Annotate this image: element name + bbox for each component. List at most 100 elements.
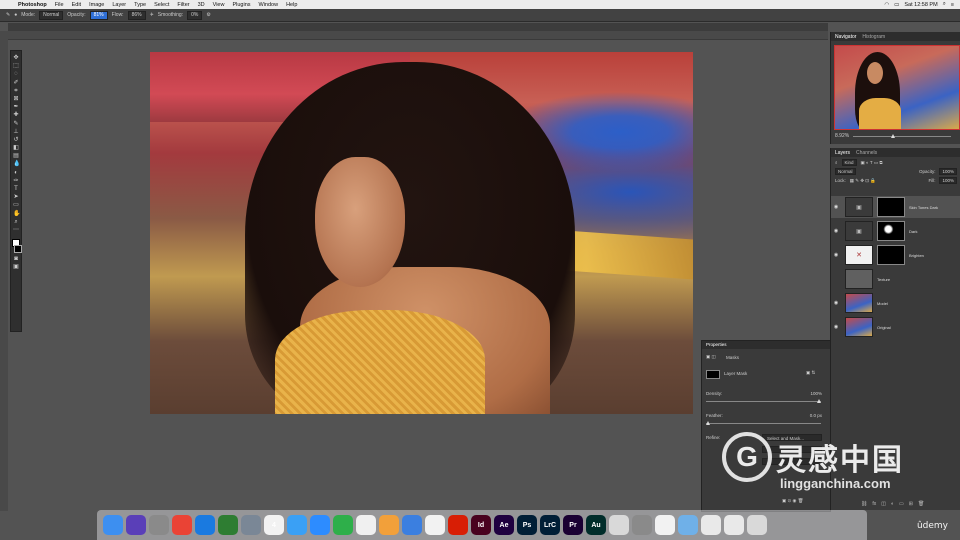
menu-select[interactable]: Select	[150, 2, 173, 8]
wifi-icon[interactable]: ◠	[884, 2, 889, 8]
dock-acrobat-icon[interactable]	[448, 515, 468, 535]
dock-indesign-icon[interactable]: Id	[471, 515, 491, 535]
density-slider[interactable]	[706, 399, 821, 403]
hand-tool-icon[interactable]: ✋	[13, 211, 20, 217]
menu-plugins[interactable]: Plugins	[228, 2, 254, 8]
dock-screenshot-icon[interactable]	[701, 515, 721, 535]
dock-pages-icon[interactable]	[379, 515, 399, 535]
dock-photoshop-icon[interactable]: Ps	[517, 515, 537, 535]
frame-tool-icon[interactable]: ⊠	[13, 96, 19, 102]
spotlight-icon[interactable]: ⌕	[943, 1, 946, 8]
density-value[interactable]: 100%	[810, 391, 822, 396]
layer-mask-thumb[interactable]	[877, 221, 905, 241]
control-center-icon[interactable]: ≡	[951, 2, 954, 8]
menubar-clock[interactable]: Sat 12:58 PM	[904, 2, 937, 8]
brush-tool-icon[interactable]: ✎	[6, 12, 10, 18]
brush-preset-icon[interactable]: ●	[14, 12, 17, 18]
fill-field[interactable]: 100%	[939, 177, 957, 184]
layer-name[interactable]: Original	[877, 325, 891, 330]
layer-mask-thumb[interactable]	[877, 197, 905, 217]
visibility-eye-icon[interactable]: ◉	[831, 228, 841, 234]
menu-help[interactable]: Help	[282, 2, 301, 8]
dock-calendar-icon[interactable]: 4	[264, 515, 284, 535]
shape-tool-icon[interactable]: ▭	[13, 202, 19, 208]
dock-messages-icon[interactable]	[287, 515, 307, 535]
marquee-tool-icon[interactable]: ⬚	[13, 63, 19, 69]
more-tools-icon[interactable]: ⋯	[13, 227, 19, 233]
quick-mask-icon[interactable]: ◙	[13, 256, 19, 262]
visibility-eye-icon[interactable]: ◉	[831, 204, 841, 210]
dock-siri-icon[interactable]	[126, 515, 146, 535]
layer-row[interactable]: ◉ Original	[831, 316, 960, 338]
menu-window[interactable]: Window	[255, 2, 283, 8]
path-select-tool-icon[interactable]: ➤	[13, 194, 19, 200]
gradient-tool-icon[interactable]: ▤	[13, 153, 19, 159]
airbrush-icon[interactable]: ✈	[150, 12, 154, 18]
slider-knob[interactable]	[817, 399, 821, 403]
dock-launchpad-icon[interactable]	[149, 515, 169, 535]
menu-3d[interactable]: 3D	[194, 2, 209, 8]
dock-books-icon[interactable]	[609, 515, 629, 535]
lock-icons[interactable]: ▦ ✎ ✥ ⊡ 🔒	[850, 178, 876, 184]
new-layer-icon[interactable]: ⊞	[909, 501, 913, 507]
dock-keynote-icon[interactable]	[402, 515, 422, 535]
menu-view[interactable]: View	[209, 2, 229, 8]
menu-filter[interactable]: Filter	[173, 2, 193, 8]
settings-gear-icon[interactable]: ⚙	[206, 12, 210, 18]
properties-footer-icons[interactable]: ▣ ⊙ ◉ 🗑	[782, 498, 803, 504]
menu-edit[interactable]: Edit	[68, 2, 85, 8]
layer-blend-select[interactable]: Normal	[835, 168, 856, 175]
dock-trash-icon[interactable]	[747, 515, 767, 535]
ruler-vertical[interactable]	[0, 31, 8, 511]
document-canvas[interactable]	[150, 52, 693, 414]
mask-options-icon[interactable]: ▣ ⇅	[806, 370, 815, 376]
dock-notes-icon[interactable]	[356, 515, 376, 535]
blur-tool-icon[interactable]: 💧	[13, 161, 20, 167]
layer-name[interactable]: Model	[877, 301, 888, 306]
menu-app[interactable]: Photoshop	[14, 2, 51, 8]
dock-system-preferences-icon[interactable]	[632, 515, 652, 535]
flow-field[interactable]: 86%	[127, 10, 146, 20]
quick-select-tool-icon[interactable]: ✐	[13, 80, 19, 86]
move-tool-icon[interactable]: ✥	[13, 55, 19, 61]
filter-icons[interactable]: ▣ ◐ T ▭ ⧉	[861, 160, 883, 166]
menu-layer[interactable]: Layer	[108, 2, 130, 8]
dock-wechat-icon[interactable]	[333, 515, 353, 535]
opacity-field[interactable]: 81%	[89, 10, 108, 20]
dock-music-icon[interactable]	[425, 515, 445, 535]
smoothing-field[interactable]: 0%	[187, 10, 203, 20]
feather-slider[interactable]	[706, 421, 821, 425]
stamp-tool-icon[interactable]: ⊥	[13, 129, 19, 135]
visibility-eye-icon[interactable]: ◉	[831, 324, 841, 330]
layer-row[interactable]: ◉ ▣ Dark	[831, 220, 960, 242]
history-brush-tool-icon[interactable]: ↺	[13, 137, 19, 143]
filter-search-icon[interactable]: ⌕	[835, 160, 838, 165]
dodge-tool-icon[interactable]: ◐	[13, 170, 19, 176]
type-tool-icon[interactable]: T	[13, 186, 19, 192]
feather-value[interactable]: 0.0 px	[810, 413, 822, 418]
visibility-eye-icon[interactable]: ◉	[831, 300, 841, 306]
menu-file[interactable]: File	[51, 2, 68, 8]
dock-creative-cloud-icon[interactable]	[655, 515, 675, 535]
menu-image[interactable]: Image	[85, 2, 108, 8]
eyedropper-tool-icon[interactable]: ✒	[13, 104, 19, 110]
dock-downloads-icon[interactable]	[678, 515, 698, 535]
lasso-tool-icon[interactable]: ◌	[13, 71, 19, 77]
dock-finder-icon[interactable]	[103, 515, 123, 535]
pen-tool-icon[interactable]: ✑	[13, 178, 19, 184]
layer-name[interactable]: Texture	[877, 277, 890, 282]
slider-knob[interactable]	[891, 134, 895, 138]
new-adjustment-icon[interactable]: ◐	[891, 501, 894, 507]
layer-name[interactable]: Skin Tones Dark	[909, 205, 938, 210]
navigator-zoom-slider[interactable]	[853, 134, 951, 138]
dock-chrome-icon[interactable]	[172, 515, 192, 535]
layer-row[interactable]: ◉ ▣ Skin Tones Dark	[831, 196, 960, 218]
mode-select[interactable]: Normal	[39, 10, 64, 20]
visibility-eye-icon[interactable]: ◉	[831, 252, 841, 258]
layer-row[interactable]: Texture	[831, 268, 960, 290]
layer-style-icon[interactable]: fx	[872, 501, 876, 507]
dock-premiere-icon[interactable]: Pr	[563, 515, 583, 535]
add-mask-icon[interactable]: ◫	[881, 501, 886, 507]
tab-histogram[interactable]: Histogram	[862, 34, 885, 40]
healing-tool-icon[interactable]: ✚	[13, 112, 19, 118]
